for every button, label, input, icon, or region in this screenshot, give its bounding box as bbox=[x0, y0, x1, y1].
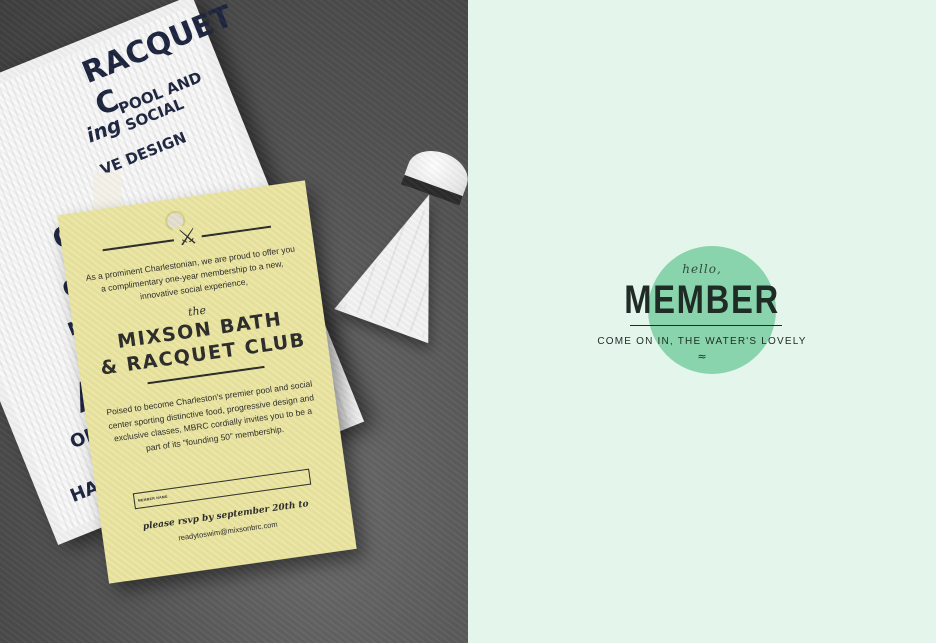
rsvp-email: readytoswim@mixsonbrc.com bbox=[177, 519, 279, 543]
invitation-photo: RACQUET C POOL AND SOCIAL ing VE DESIGN … bbox=[0, 0, 468, 643]
rsvp-line: please rsvp by september 20th to bbox=[142, 499, 310, 533]
towel-text: OBE bbox=[47, 201, 120, 257]
towel-text: O'CL bbox=[59, 259, 121, 304]
member-name-field: MEMBER NAME bbox=[132, 468, 312, 510]
invitation-tag: ⚔ As a prominent Charlestonian, we are p… bbox=[57, 180, 357, 584]
shuttlecock-feathers bbox=[334, 177, 468, 344]
member-name-label: MEMBER NAME bbox=[137, 494, 168, 503]
tag-intro: As a prominent Charlestonian, we are pro… bbox=[85, 243, 296, 302]
crossed-racquets-icon: ⚔ bbox=[172, 223, 204, 253]
shuttlecock-feather-lines bbox=[343, 195, 465, 337]
towel-text: POOL AND SOCIAL bbox=[116, 68, 205, 135]
ribbon bbox=[92, 172, 124, 263]
shuttlecock-band bbox=[400, 174, 463, 206]
member-rule bbox=[630, 325, 782, 326]
towel-text: HARLESE bbox=[67, 453, 161, 507]
towel-text: NES AN bbox=[64, 292, 143, 341]
towel-text: ON bbox=[67, 422, 104, 454]
towel-box: RACQUET C POOL AND SOCIAL ing VE DESIGN … bbox=[0, 0, 365, 546]
tag-rule-mid bbox=[147, 365, 265, 385]
club-name-line2: & RACQUET CLUB bbox=[99, 328, 308, 380]
towel-text: ARN bbox=[66, 344, 173, 423]
tag-description: Poised to become Charleston's premier po… bbox=[105, 378, 315, 453]
tag-rule-top bbox=[102, 225, 272, 252]
club-name: MIXSON BATH & RACQUET CLUB bbox=[74, 301, 328, 383]
towel-text: RACQUET C bbox=[77, 0, 238, 124]
hello-text: hello, bbox=[682, 262, 722, 276]
tag-the: the bbox=[187, 303, 207, 319]
member-panel: hello, MEMBER COME ON IN, THE WATER'S LO… bbox=[468, 0, 936, 643]
member-title: MEMBER bbox=[624, 278, 780, 322]
shuttlecock-cork bbox=[400, 142, 468, 206]
towel-text: ing bbox=[82, 112, 125, 148]
towel-text: VE DESIGN bbox=[97, 128, 189, 180]
tag-eyelet bbox=[163, 209, 187, 233]
tagline: COME ON IN, THE WATER'S LOVELY bbox=[597, 336, 807, 347]
rolled-towel: RACQUET C POOL AND SOCIAL ing VE DESIGN … bbox=[0, 0, 352, 533]
wave-icon: ≈ bbox=[697, 350, 707, 363]
club-name-line1: MIXSON BATH bbox=[116, 308, 284, 353]
shuttlecock bbox=[322, 136, 468, 384]
